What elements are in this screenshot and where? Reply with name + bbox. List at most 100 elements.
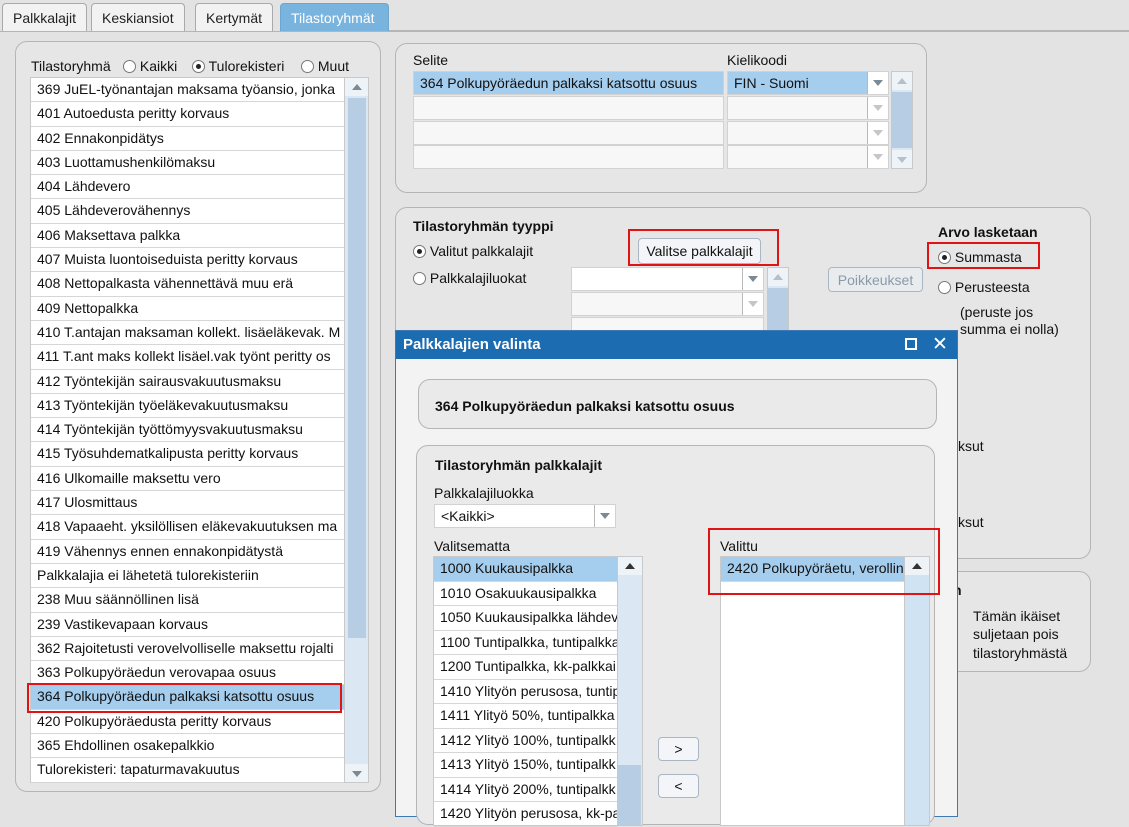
radio-base[interactable]: Perusteesta [938, 279, 1030, 295]
group-list-item[interactable]: 419 Vähennys ennen ennakonpidätystä [31, 540, 344, 564]
tab-kertymat[interactable]: Kertymät [195, 3, 274, 32]
language-dropdown-button[interactable] [867, 72, 888, 94]
unselected-paytype-item[interactable]: 1200 Tuntipalkka, kk-palkkai [434, 655, 617, 680]
group-list-item[interactable]: 417 Ulosmittaus [31, 491, 344, 516]
radio-selected-icon[interactable] [192, 60, 205, 73]
radio-icon[interactable] [938, 281, 951, 294]
group-list-item[interactable]: 402 Ennakonpidätys [31, 127, 344, 151]
group-type-title: Tilastoryhmän tyyppi [413, 218, 554, 234]
group-list-item[interactable]: 365 Ehdollinen osakepalkkio [31, 734, 344, 759]
selected-scrollbar[interactable] [904, 557, 929, 825]
exceptions-button[interactable]: Poikkeukset [828, 267, 923, 292]
radio-all[interactable]: Kaikki [123, 58, 177, 74]
add-paytype-button[interactable]: > [658, 737, 699, 761]
group-list-item[interactable]: 405 Lähdeverovähennys [31, 199, 344, 224]
dropdown-button[interactable] [867, 97, 888, 119]
language-select-empty[interactable] [727, 145, 889, 169]
unselected-paytype-item[interactable]: 1412 Ylityö 100%, tuntipalkk [434, 729, 617, 753]
unselected-paytype-item[interactable]: 1100 Tuntipalkka, tuntipalkka [434, 631, 617, 655]
unselected-paytype-item[interactable]: 1420 Ylityön perusosa, kk-pal [434, 802, 617, 827]
unselected-paytype-item[interactable]: 1411 Ylityö 50%, tuntipalkka [434, 704, 617, 729]
class-scrollbar[interactable] [767, 267, 789, 333]
unselected-paytype-item[interactable]: 1010 Osakuukausipalkka [434, 582, 617, 606]
tab-tilastoryhmat[interactable]: Tilastoryhmät [280, 3, 389, 32]
group-list-item[interactable]: 406 Maksettava palkka [31, 224, 344, 249]
group-list-item[interactable]: 363 Polkupyöräedun verovapaa osuus [31, 661, 344, 686]
group-list-item[interactable]: 407 Muista luontoiseduista peritty korva… [31, 248, 344, 273]
tab-keskiansiot[interactable]: Keskiansiot [91, 3, 185, 32]
list-scrollbar[interactable] [344, 78, 368, 782]
dialog-heading-box: 364 Polkupyöräedun palkaksi katsottu osu… [418, 379, 937, 429]
scroll-down-button[interactable] [345, 764, 368, 782]
radio-selected-paytypes[interactable]: Valitut palkkalajit [413, 243, 533, 259]
scroll-thumb[interactable] [892, 92, 912, 148]
paytype-class-select-empty[interactable] [571, 292, 764, 316]
scroll-up-button[interactable] [345, 78, 368, 96]
description-cell-empty[interactable] [413, 121, 724, 145]
unselected-scrollbar[interactable] [617, 557, 642, 825]
radio-other[interactable]: Muut [301, 58, 349, 74]
radio-icon[interactable] [413, 272, 426, 285]
group-list-item[interactable]: 409 Nettopalkka [31, 297, 344, 321]
language-select[interactable]: FIN - Suomi [727, 71, 889, 95]
group-list-item[interactable]: 369 JuEL-työnantajan maksama työansio, j… [31, 78, 344, 103]
group-list-item[interactable]: 238 Muu säännöllinen lisä [31, 588, 344, 613]
group-list-item[interactable]: 411 T.ant maks kollekt lisäel.vak työnt … [31, 345, 344, 370]
description-cell[interactable]: 364 Polkupyöräedun palkaksi katsottu osu… [413, 71, 724, 95]
dropdown-button[interactable] [594, 505, 615, 527]
group-list-item[interactable]: 416 Ulkomaille maksettu vero [31, 467, 344, 492]
dropdown-button[interactable] [867, 146, 888, 168]
description-cell-empty[interactable] [413, 145, 724, 169]
maximize-icon[interactable] [905, 338, 917, 350]
dropdown-button[interactable] [742, 293, 763, 315]
group-list-item[interactable]: 420 Polkupyöräedusta peritty korvaus [31, 710, 344, 735]
selected-paytypes-list[interactable]: 2420 Polkupyöräetu, verollin [720, 556, 930, 826]
dropdown-button[interactable] [742, 268, 763, 290]
scroll-up-button[interactable] [768, 268, 788, 286]
radio-selected-icon[interactable] [413, 245, 426, 258]
group-list-item[interactable]: 410 T.antajan maksaman kollekt. lisäeläk… [31, 321, 344, 346]
language-select-empty[interactable] [727, 121, 889, 145]
scroll-thumb[interactable] [768, 288, 788, 332]
unselected-paytype-item[interactable]: 1413 Ylityö 150%, tuntipalkk [434, 753, 617, 778]
scroll-thumb[interactable] [348, 98, 366, 638]
group-list-item[interactable]: Tulorekisteri: tapaturmavakuutus [31, 758, 344, 783]
description-cell-empty[interactable] [413, 96, 724, 120]
scroll-down-button[interactable] [892, 150, 912, 168]
unselected-paytypes-list[interactable]: 1000 Kuukausipalkka 1010 Osakuukausipalkk… [433, 556, 643, 827]
language-select-empty[interactable] [727, 96, 889, 120]
paytype-class-select[interactable] [571, 267, 764, 291]
unselected-paytype-item[interactable]: 1000 Kuukausipalkka [434, 557, 617, 582]
radio-icon[interactable] [123, 60, 136, 73]
statistics-group-label: Tilastoryhmä [31, 58, 111, 74]
group-list-item[interactable]: 239 Vastikevapaan korvaus [31, 613, 344, 637]
base-note-line2: summa ei nolla) [960, 321, 1059, 337]
tab-palkkalajit[interactable]: Palkkalajit [2, 3, 88, 32]
radio-icon[interactable] [301, 60, 314, 73]
scroll-up-button[interactable] [892, 72, 912, 90]
close-icon[interactable]: ✕ [932, 333, 948, 356]
statistics-group-list[interactable]: 369 JuEL-työnantajan maksama työansio, j… [30, 77, 369, 783]
radio-income-register[interactable]: Tulorekisteri [192, 58, 284, 74]
group-list-item[interactable]: 415 Työsuhdematkalipusta peritty korvaus [31, 442, 344, 467]
scroll-thumb[interactable] [618, 765, 641, 825]
unselected-paytype-item[interactable]: 1414 Ylityö 200%, tuntipalkk [434, 778, 617, 802]
grid-scrollbar[interactable] [891, 71, 913, 169]
group-list-item[interactable]: 412 Työntekijän sairausvakuutusmaksu [31, 370, 344, 394]
paytype-class-dropdown[interactable]: <Kaikki> [434, 504, 616, 528]
group-list-item[interactable]: 403 Luottamushenkilömaksu [31, 151, 344, 176]
group-list-item[interactable]: 362 Rajoitetusti verovelvolliselle makse… [31, 637, 344, 662]
radio-paytype-classes[interactable]: Palkkalajiluokat [413, 270, 526, 286]
unselected-paytype-item[interactable]: 1050 Kuukausipalkka lähdev [434, 606, 617, 631]
scroll-up-button[interactable] [618, 557, 642, 575]
group-list-item[interactable]: 414 Työntekijän työttömyysvakuutusmaksu [31, 418, 344, 443]
group-list-item[interactable]: 413 Työntekijän työeläkevakuutusmaksu [31, 394, 344, 419]
dropdown-button[interactable] [867, 122, 888, 144]
group-list-item[interactable]: 404 Lähdevero [31, 175, 344, 200]
group-list-item[interactable]: 401 Autoedusta peritty korvaus [31, 102, 344, 127]
group-list-item[interactable]: 408 Nettopalkasta vähennettävä muu erä [31, 272, 344, 297]
group-list-item[interactable]: Palkkalajia ei lähetetä tulorekisteriin [31, 564, 344, 589]
group-list-item[interactable]: 418 Vapaaeht. yksilöllisen eläkevakuutuk… [31, 515, 344, 540]
remove-paytype-button[interactable]: < [658, 774, 699, 798]
unselected-paytype-item[interactable]: 1410 Ylityön perusosa, tuntip [434, 680, 617, 704]
